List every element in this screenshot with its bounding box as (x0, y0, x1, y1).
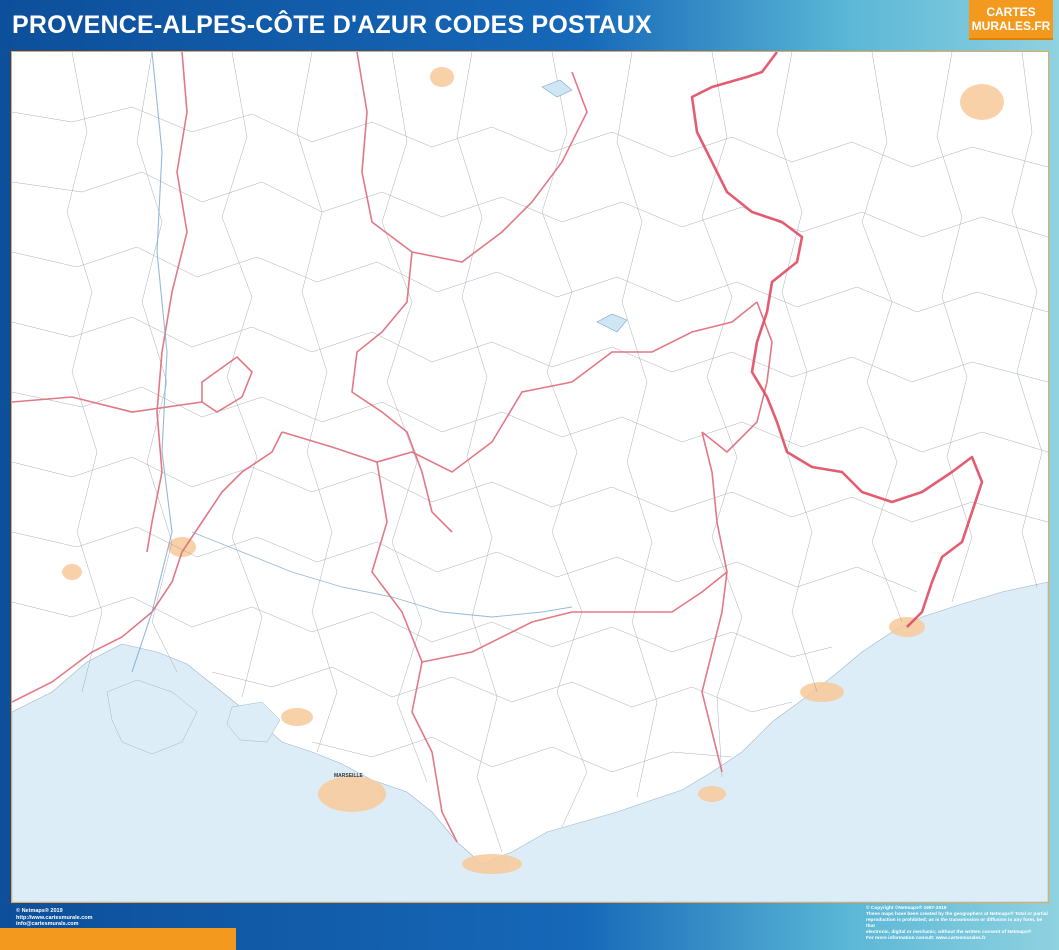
urban-arles (62, 564, 82, 580)
urban-cannes (800, 682, 844, 702)
lake-north (541, 79, 573, 98)
footer-accent-bar (0, 928, 236, 950)
brand-line-2: MURALES.FR (971, 19, 1051, 33)
map-svg: MARSEILLE (12, 52, 1048, 902)
header: PROVENCE-ALPES-CÔTE D'AZUR CODES POSTAUX… (0, 0, 1059, 50)
lake-serre-poncon (596, 313, 628, 333)
footer-legal-right: © Copyright ©Netmaps® 1997-2019 These ma… (866, 906, 1051, 942)
urban-toulon (462, 854, 522, 874)
border-west-rhone (146, 52, 188, 553)
border-var-am (701, 431, 728, 773)
footer-legal-line-3: reproduction is prohibited; as is the tr… (866, 918, 1043, 929)
brand-logo[interactable]: CARTES MURALES.FR (969, 0, 1053, 40)
urban-marseille (318, 776, 386, 812)
border-var-alpes (421, 571, 728, 663)
urban-frejus (698, 786, 726, 802)
city-label-marseille: MARSEILLE (334, 773, 364, 779)
map-canvas[interactable]: MARSEILLE (11, 51, 1049, 903)
urban-north-east (960, 84, 1004, 120)
brand-line-1: CARTES (986, 5, 1036, 19)
border-hautes-alpes (351, 251, 453, 533)
map-title: PROVENCE-ALPES-CÔTE D'AZUR CODES POSTAUX (12, 11, 652, 39)
border-drome-enclave (201, 355, 253, 413)
urban-north (430, 67, 454, 87)
border-vaucluse-north (12, 396, 203, 413)
footer-legal-line-5[interactable]: For more information consult: www.cartes… (866, 936, 1051, 942)
footer-credits-left: © Netmaps® 2019 http://www.cartesmurale.… (16, 908, 93, 928)
urban-aix (281, 708, 313, 726)
footer-email[interactable]: info@cartesmurals.com (16, 921, 93, 928)
